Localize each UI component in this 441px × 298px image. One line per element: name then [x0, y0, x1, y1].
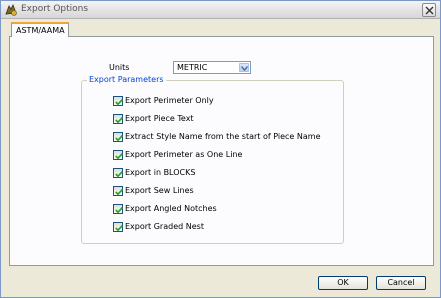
- cancel-button[interactable]: Cancel: [376, 276, 426, 290]
- title-bar: Export Options: [1, 1, 440, 19]
- option-label: Export Piece Text: [125, 114, 194, 123]
- export-parameters-legend: Export Parameters: [87, 75, 166, 84]
- tab-astm-aama[interactable]: ASTM/AAMA: [11, 22, 69, 37]
- tab-label: ASTM/AAMA: [16, 26, 65, 35]
- checkmark-icon: [115, 207, 123, 214]
- checkmark-icon: [115, 225, 123, 232]
- option-label: Export Sew Lines: [125, 186, 194, 195]
- checkmark-icon: [115, 153, 123, 160]
- option-label: Export Angled Notches: [125, 204, 217, 213]
- checkmark-icon: [115, 135, 123, 142]
- units-dropdown-button[interactable]: [239, 63, 249, 72]
- checkmark-icon: [115, 99, 123, 106]
- checkbox[interactable]: [113, 168, 123, 178]
- units-select[interactable]: METRIC: [173, 61, 251, 74]
- checkbox[interactable]: [113, 114, 123, 124]
- ok-button[interactable]: OK: [318, 276, 368, 290]
- checkbox[interactable]: [113, 204, 123, 214]
- checkmark-icon: [115, 189, 123, 196]
- close-button[interactable]: [422, 3, 436, 17]
- checkbox[interactable]: [113, 222, 123, 232]
- checkmark-icon: [115, 117, 123, 124]
- checkbox[interactable]: [113, 186, 123, 196]
- units-label: Units: [109, 63, 130, 72]
- export-options-dialog: Export Options ASTM/AAMA Units METRIC Ex…: [0, 0, 441, 298]
- checkbox[interactable]: [113, 96, 123, 106]
- option-label: Export Graded Nest: [125, 222, 204, 231]
- window-title: Export Options: [21, 4, 89, 14]
- option-label: Export in BLOCKS: [125, 168, 196, 177]
- checkbox[interactable]: [113, 150, 123, 160]
- app-icon: [4, 3, 18, 17]
- option-label: Extract Style Name from the start of Pie…: [125, 132, 321, 141]
- option-label: Export Perimeter Only: [125, 96, 214, 105]
- chevron-down-icon: [241, 66, 248, 71]
- units-selected-value: METRIC: [177, 63, 208, 72]
- checkbox[interactable]: [113, 132, 123, 142]
- close-icon: [425, 6, 434, 15]
- option-label: Export Perimeter as One Line: [125, 150, 243, 159]
- checkmark-icon: [115, 171, 123, 178]
